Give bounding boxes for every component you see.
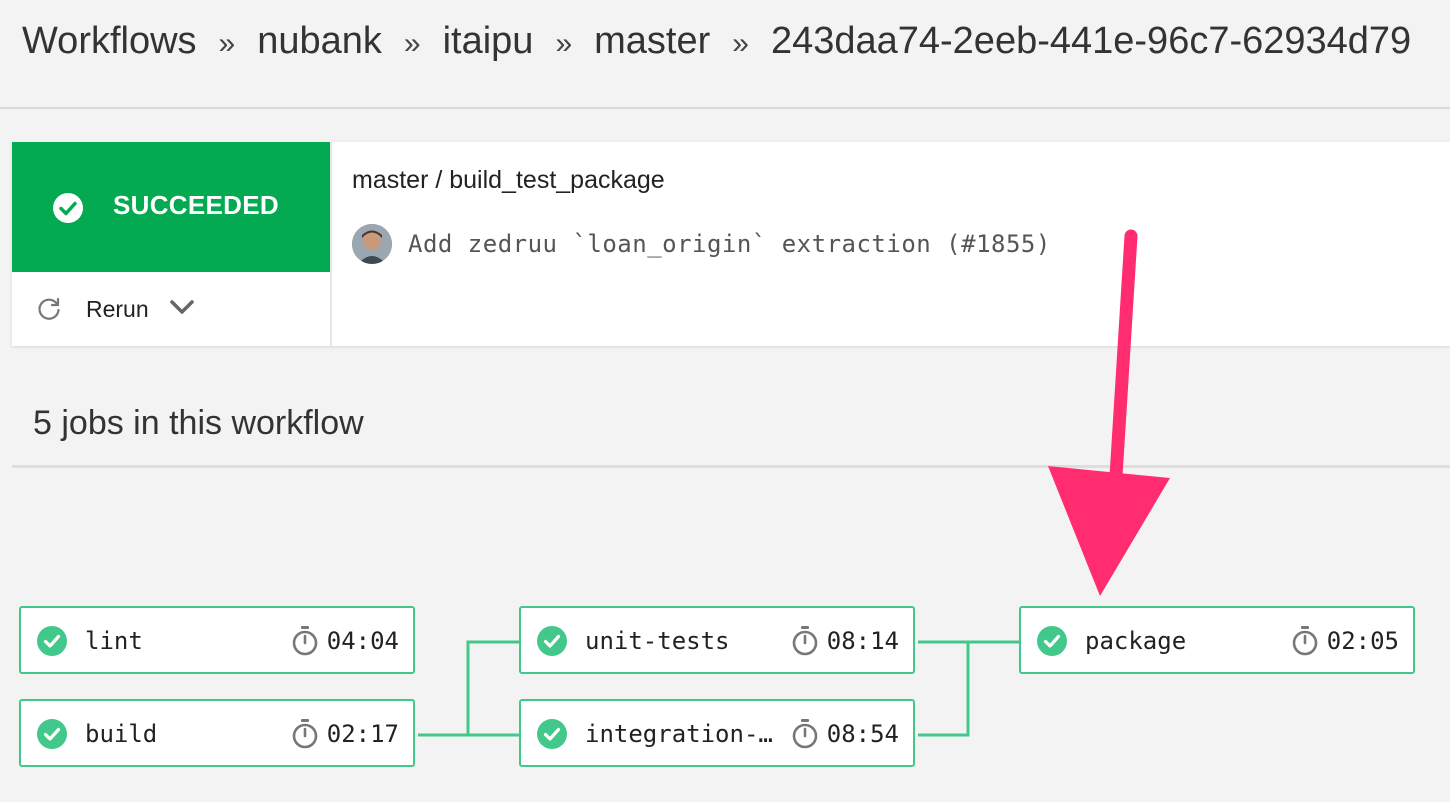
jobs-heading: 5 jobs in this workflow: [33, 404, 364, 442]
check-circle-icon: [37, 626, 67, 661]
breadcrumb-branch[interactable]: master: [594, 20, 710, 62]
job-unit-tests[interactable]: unit-tests 08:14: [519, 606, 915, 674]
check-circle-icon: [537, 719, 567, 754]
job-build[interactable]: build 02:17: [19, 699, 415, 767]
job-name: unit-tests: [585, 627, 730, 655]
stopwatch-icon: [291, 718, 319, 755]
breadcrumb-separator: »: [555, 27, 573, 60]
check-circle-icon: [537, 626, 567, 661]
avatar: [352, 224, 392, 264]
job-integration-tests[interactable]: integration-… 08:54: [519, 699, 915, 767]
breadcrumb-separator: »: [732, 27, 749, 60]
breadcrumb-org[interactable]: nubank: [257, 20, 382, 62]
status-label: SUCCEEDED: [113, 190, 279, 220]
stopwatch-icon: [291, 625, 319, 662]
job-duration: 04:04: [326, 627, 399, 655]
job-name: package: [1085, 627, 1187, 655]
job-name: build: [85, 720, 158, 748]
breadcrumb-project[interactable]: itaipu: [443, 20, 534, 62]
job-duration: 08:54: [826, 720, 899, 748]
header-divider: [0, 107, 1450, 109]
check-circle-icon: [1037, 626, 1067, 661]
stopwatch-icon: [791, 718, 819, 755]
breadcrumb: Workflows » nubank » itaipu » master » 243daa74-…: [22, 16, 1411, 66]
check-circle-icon: [52, 192, 84, 229]
rerun-label: Rerun: [86, 296, 149, 322]
stopwatch-icon: [1291, 625, 1319, 662]
job-duration: 08:14: [826, 627, 899, 655]
job-duration: 02:17: [326, 720, 399, 748]
job-duration: 02:05: [1326, 627, 1399, 655]
job-package[interactable]: package 02:05: [1019, 606, 1415, 674]
breadcrumb-separator: »: [218, 27, 236, 60]
workflow-title[interactable]: master / build_test_package: [352, 166, 665, 195]
status-column: SUCCEEDED Rerun: [12, 142, 332, 346]
job-name: integration-…: [585, 720, 773, 748]
stopwatch-icon: [791, 625, 819, 662]
commit-message[interactable]: Add zedruu `loan_origin` extraction (#18…: [408, 230, 1051, 258]
annotation-arrow: [1048, 229, 1170, 596]
workflow-connectors: [418, 640, 1020, 737]
breadcrumb-workflows[interactable]: Workflows: [22, 20, 197, 62]
job-name: lint: [85, 627, 143, 655]
refresh-icon: [36, 296, 62, 327]
breadcrumb-separator: »: [403, 27, 421, 60]
chevron-down-icon[interactable]: [168, 294, 196, 327]
rerun-button[interactable]: Rerun: [12, 272, 330, 346]
job-lint[interactable]: lint 04:04: [19, 606, 415, 674]
status-badge: SUCCEEDED: [12, 142, 330, 272]
breadcrumb-workflow-id: 243daa74-2eeb-441e-96c7-62934d79: [770, 20, 1412, 62]
check-circle-icon: [37, 719, 67, 754]
jobs-divider: [12, 465, 1450, 468]
workflow-summary-card: SUCCEEDED Rerun master / build_test_pack…: [12, 142, 1450, 346]
